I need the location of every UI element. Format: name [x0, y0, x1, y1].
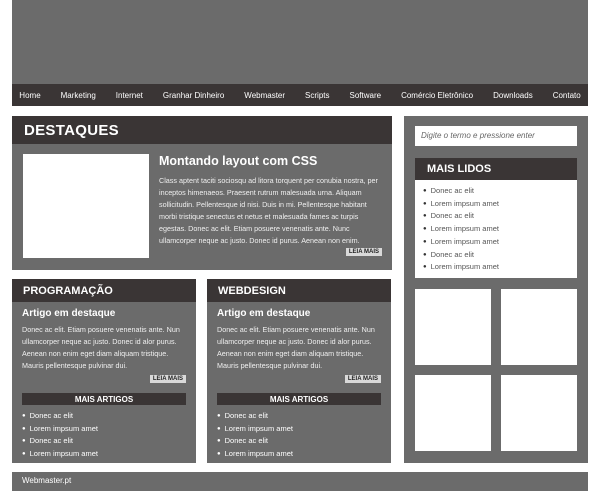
- ad-slot-4[interactable]: [501, 375, 577, 451]
- featured-title[interactable]: Montando layout com CSS: [159, 154, 317, 168]
- list-item[interactable]: Donec ac elit: [22, 410, 98, 423]
- list-item[interactable]: Donec ac elit: [217, 410, 293, 423]
- list-item[interactable]: Lorem impsum amet: [423, 198, 577, 211]
- list-item[interactable]: Lorem impsum amet: [22, 423, 98, 436]
- list-item[interactable]: Donec ac elit: [217, 435, 293, 448]
- list-item[interactable]: Lorem impsum amet: [217, 423, 293, 436]
- featured-text: Class aptent taciti sociosqu ad litora t…: [159, 176, 378, 245]
- footer: Webmaster.pt: [12, 472, 588, 491]
- header-banner: [12, 0, 588, 84]
- featured-article-title[interactable]: Artigo em destaque: [22, 308, 115, 319]
- nav-item-webmaster[interactable]: Webmaster: [234, 91, 295, 100]
- list-item[interactable]: Lorem impsum amet: [22, 448, 98, 461]
- read-more-button[interactable]: LEIA MAIS: [149, 375, 186, 383]
- nav-item-home[interactable]: Home: [9, 91, 50, 100]
- mais-lidos-list: Donec ac elit Lorem impsum amet Donec ac…: [415, 180, 577, 274]
- ad-slot-1[interactable]: [415, 289, 491, 365]
- mais-lidos-box: Donec ac elit Lorem impsum amet Donec ac…: [415, 180, 577, 278]
- list-item[interactable]: Donec ac elit: [423, 210, 577, 223]
- list-item[interactable]: Donec ac elit: [22, 435, 98, 448]
- sidebar: Digite o termo e pressione enter MAIS LI…: [404, 116, 588, 463]
- more-articles-list: Donec ac elit Lorem impsum amet Donec ac…: [217, 410, 293, 461]
- main-nav: Home Marketing Internet Granhar Dinheiro…: [12, 84, 588, 106]
- featured-article-text: Donec ac elit. Etiam posuere venenatis a…: [217, 325, 375, 370]
- programacao-panel: PROGRAMAÇÃO Artigo em destaque Donec ac …: [12, 279, 196, 463]
- list-item[interactable]: Donec ac elit: [423, 185, 577, 198]
- featured-image[interactable]: [23, 154, 149, 258]
- nav-item-downloads[interactable]: Downloads: [483, 91, 543, 100]
- list-item[interactable]: Lorem impsum amet: [423, 236, 577, 249]
- programacao-heading: PROGRAMAÇÃO: [12, 279, 196, 302]
- footer-text: Webmaster.pt: [22, 476, 72, 485]
- nav-item-scripts[interactable]: Scripts: [295, 91, 339, 100]
- list-item[interactable]: Lorem impsum amet: [423, 261, 577, 274]
- nav-item-internet[interactable]: Internet: [106, 91, 153, 100]
- ad-slot-3[interactable]: [415, 375, 491, 451]
- search-input[interactable]: Digite o termo e pressione enter: [415, 126, 577, 146]
- more-articles-heading: MAIS ARTIGOS: [22, 393, 186, 405]
- webdesign-heading: WEBDESIGN: [207, 279, 391, 302]
- list-item[interactable]: Lorem impsum amet: [217, 448, 293, 461]
- nav-item-marketing[interactable]: Marketing: [51, 91, 106, 100]
- mais-lidos-heading: MAIS LIDOS: [415, 158, 577, 180]
- ad-slot-2[interactable]: [501, 289, 577, 365]
- read-more-button[interactable]: LEIA MAIS: [345, 248, 382, 256]
- list-item[interactable]: Lorem impsum amet: [423, 223, 577, 236]
- list-item[interactable]: Donec ac elit: [423, 249, 577, 262]
- more-articles-list: Donec ac elit Lorem impsum amet Donec ac…: [22, 410, 98, 461]
- nav-item-ganhar-dinheiro[interactable]: Granhar Dinheiro: [153, 91, 234, 100]
- nav-item-comercio-eletronico[interactable]: Comércio Eletrônico: [391, 91, 483, 100]
- destaques-panel: DESTAQUES Montando layout com CSS Class …: [12, 116, 392, 270]
- featured-article-text: Donec ac elit. Etiam posuere venenatis a…: [22, 325, 180, 370]
- featured-article-title[interactable]: Artigo em destaque: [217, 308, 310, 319]
- more-articles-heading: MAIS ARTIGOS: [217, 393, 381, 405]
- nav-item-contato[interactable]: Contato: [543, 91, 591, 100]
- nav-item-software[interactable]: Software: [340, 91, 392, 100]
- webdesign-panel: WEBDESIGN Artigo em destaque Donec ac el…: [207, 279, 391, 463]
- destaques-heading: DESTAQUES: [12, 116, 392, 144]
- read-more-button[interactable]: LEIA MAIS: [344, 375, 381, 383]
